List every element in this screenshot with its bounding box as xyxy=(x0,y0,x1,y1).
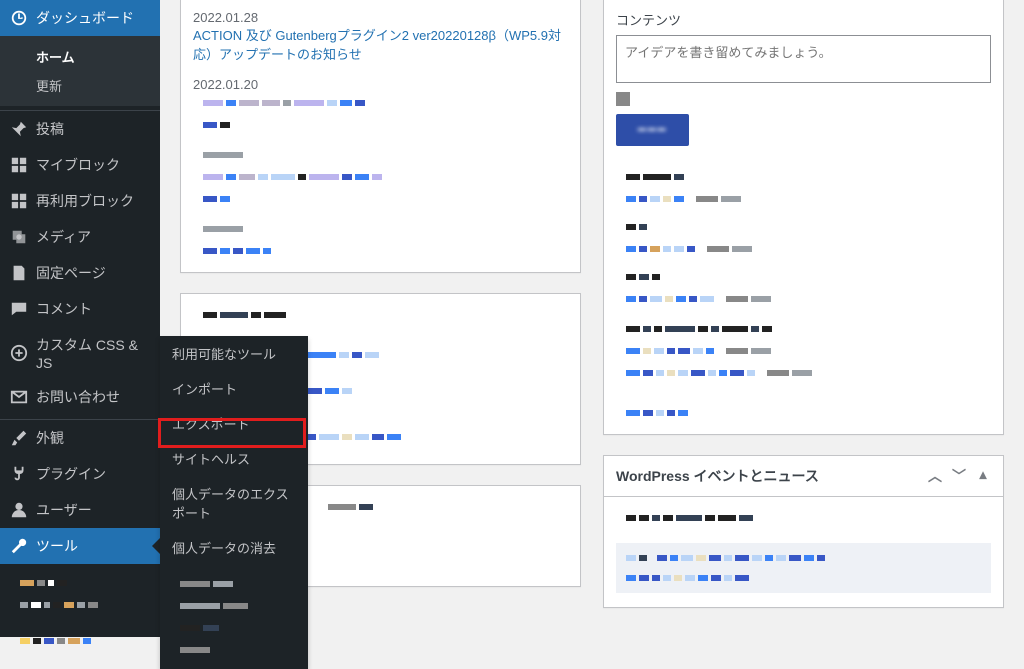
submenu-home[interactable]: ホーム xyxy=(0,42,160,71)
quickdraft-legend: コンテンツ xyxy=(616,10,991,29)
right-column: コンテンツ ━━━ xyxy=(603,0,1004,628)
news-date-2: 2022.01.20 xyxy=(193,77,568,92)
menu-contact[interactable]: お問い合わせ xyxy=(0,379,160,415)
drafts-blurred-4 xyxy=(616,238,991,260)
pin-icon xyxy=(10,120,28,138)
flyout-available-tools[interactable]: 利用可能なツール xyxy=(160,336,308,371)
brush-icon xyxy=(10,429,28,447)
news-blurred-5 xyxy=(193,188,568,210)
menu-contact-label: お問い合わせ xyxy=(36,387,120,407)
submenu-dashboard: ホーム 更新 xyxy=(0,36,160,106)
wrench-icon xyxy=(10,537,28,555)
grid-icon xyxy=(10,192,28,210)
events-row-2 xyxy=(616,543,991,573)
menu-comments-label: コメント xyxy=(36,299,92,319)
menu-dashboard-label: ダッシュボード xyxy=(36,8,134,28)
menu-dashboard[interactable]: ダッシュボード xyxy=(0,0,160,36)
panel-controls: ︿ ﹀ ▴ xyxy=(927,466,991,486)
quickdraft-textarea[interactable] xyxy=(616,35,991,83)
drafts-blurred-2 xyxy=(616,188,991,210)
events-row-3 xyxy=(616,573,991,593)
quickdraft-box: コンテンツ ━━━ xyxy=(603,0,1004,435)
drafts-blurred-10 xyxy=(616,402,991,424)
news-blurred xyxy=(193,92,568,114)
flyout-blurred xyxy=(160,565,308,669)
drafts-blurred-1 xyxy=(616,166,991,188)
admin-sidebar: ダッシュボード ホーム 更新 投稿 マイブロック 再利用ブロック メディア 固定… xyxy=(0,0,160,637)
sidebar-blurred xyxy=(0,564,160,660)
news-date-1: 2022.01.28 xyxy=(193,10,568,25)
news-blurred-3 xyxy=(193,144,568,166)
flyout-export[interactable]: エクスポート xyxy=(160,406,308,441)
menu-reusable-block[interactable]: 再利用ブロック xyxy=(0,183,160,219)
news-blurred-6 xyxy=(193,218,568,240)
media-icon xyxy=(10,228,28,246)
menu-custom-css[interactable]: カスタム CSS & JS xyxy=(0,327,160,379)
menu-pages[interactable]: 固定ページ xyxy=(0,255,160,291)
comment-icon xyxy=(10,300,28,318)
drafts-blurred-3 xyxy=(616,216,991,238)
flyout-import[interactable]: インポート xyxy=(160,371,308,406)
menu-appearance[interactable]: 外観 xyxy=(0,420,160,456)
menu-reusable-label: 再利用ブロック xyxy=(36,191,134,211)
menu-custom-css-label: カスタム CSS & JS xyxy=(36,335,150,371)
drafts-blurred-9 xyxy=(616,362,991,384)
drafts-blurred-8 xyxy=(616,340,991,362)
flyout-export-personal[interactable]: 個人データのエクスポート xyxy=(160,476,308,530)
menu-plugins-label: プラグイン xyxy=(36,464,106,484)
flyout-site-health[interactable]: サイトヘルス xyxy=(160,441,308,476)
drafts-blurred-5 xyxy=(616,266,991,288)
panel-up-icon[interactable]: ︿ xyxy=(927,466,943,486)
menu-myblock-label: マイブロック xyxy=(36,155,120,175)
news-box: 2022.01.28 ACTION 及び Gutenbergプラグイン2 ver… xyxy=(180,0,581,273)
menu-media[interactable]: メディア xyxy=(0,219,160,255)
menu-pages-label: 固定ページ xyxy=(36,263,106,283)
submenu-update[interactable]: 更新 xyxy=(0,71,160,100)
flyout-erase-personal[interactable]: 個人データの消去 xyxy=(160,530,308,565)
events-title: WordPress イベントとニュース xyxy=(616,466,819,486)
menu-posts-label: 投稿 xyxy=(36,119,64,139)
news-blurred-2 xyxy=(193,114,568,136)
menu-plugins[interactable]: プラグイン xyxy=(0,456,160,492)
menu-posts[interactable]: 投稿 xyxy=(0,111,160,147)
menu-tools[interactable]: ツール xyxy=(0,528,160,564)
dashboard-icon xyxy=(10,9,28,27)
page-icon xyxy=(10,264,28,282)
menu-users[interactable]: ユーザー xyxy=(0,492,160,528)
menu-media-label: メディア xyxy=(36,227,91,247)
tools-flyout: 利用可能なツール インポート エクスポート サイトヘルス 個人データのエクスポー… xyxy=(160,336,308,669)
news-blurred-4 xyxy=(193,166,568,188)
envelope-icon xyxy=(10,388,28,406)
drafts-blurred-6 xyxy=(616,288,991,310)
menu-appearance-label: 外観 xyxy=(36,428,64,448)
menu-comments[interactable]: コメント xyxy=(0,291,160,327)
menu-myblock[interactable]: マイブロック xyxy=(0,147,160,183)
menu-tools-label: ツール xyxy=(36,536,78,556)
activity-blurred-title xyxy=(193,304,568,326)
user-icon xyxy=(10,501,28,519)
drafts-blurred-7 xyxy=(616,318,991,340)
quickdraft-tag xyxy=(616,92,991,106)
events-news-box: WordPress イベントとニュース ︿ ﹀ ▴ xyxy=(603,455,1004,608)
quickdraft-save-button[interactable]: ━━━ xyxy=(616,114,689,146)
events-row-1 xyxy=(616,507,991,529)
panel-toggle-icon[interactable]: ▴ xyxy=(975,466,991,486)
news-link-1[interactable]: ACTION 及び Gutenbergプラグイン2 ver20220128β（W… xyxy=(193,28,561,62)
plus-circle-icon xyxy=(10,344,28,362)
menu-users-label: ユーザー xyxy=(36,500,92,520)
panel-down-icon[interactable]: ﹀ xyxy=(951,466,967,486)
plug-icon xyxy=(10,465,28,483)
news-blurred-7 xyxy=(193,240,568,262)
grid-icon xyxy=(10,156,28,174)
